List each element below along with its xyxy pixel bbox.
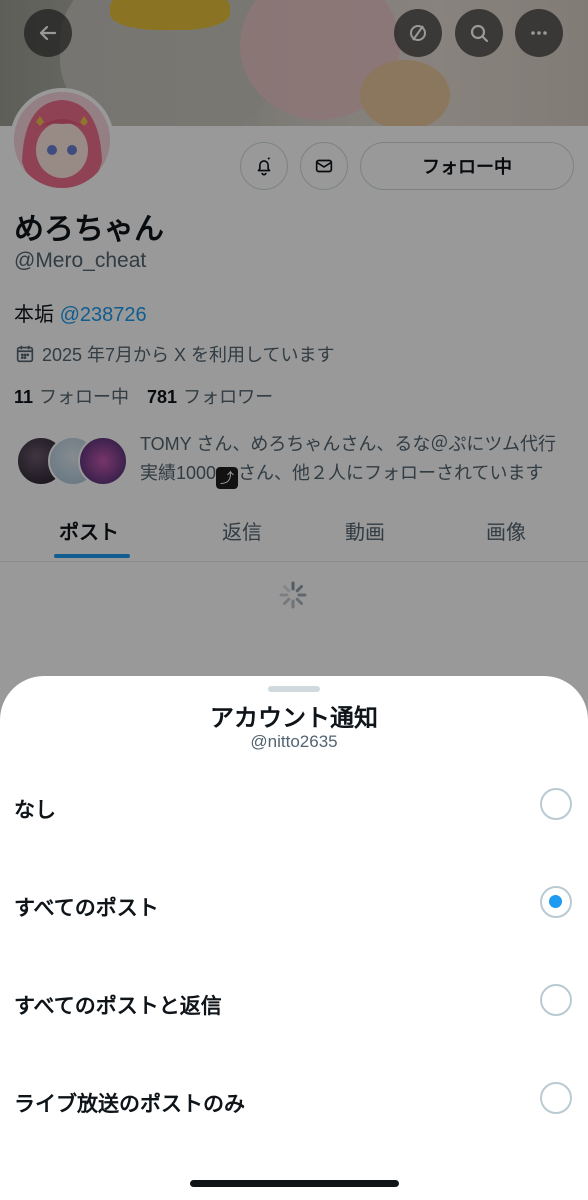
option-label: ライブ放送のポストのみ <box>14 1093 245 1116</box>
sheet-title: アカウント通知 <box>210 705 378 732</box>
radio-button[interactable] <box>540 1082 572 1114</box>
option-all-posts-and-replies[interactable]: すべてのポストと返信 <box>0 968 588 1040</box>
option-all-posts[interactable]: すべてのポスト <box>0 870 588 942</box>
home-indicator[interactable] <box>190 1180 399 1187</box>
option-live-broadcast-only[interactable]: ライブ放送のポストのみ <box>0 1066 588 1138</box>
account-notifications-sheet: アカウント通知 @nitto2635 なし すべてのポスト すべてのポストと返信… <box>0 676 588 1200</box>
option-label: すべてのポストと返信 <box>14 995 222 1018</box>
radio-button[interactable] <box>540 984 572 1016</box>
radio-button[interactable] <box>540 788 572 820</box>
sheet-subtitle: @nitto2635 <box>250 732 338 751</box>
option-none[interactable]: なし <box>0 772 588 844</box>
radio-button-selected[interactable] <box>540 886 572 918</box>
option-label: すべてのポスト <box>14 897 159 920</box>
sheet-grabber[interactable] <box>268 686 320 692</box>
option-label: なし <box>14 799 56 822</box>
